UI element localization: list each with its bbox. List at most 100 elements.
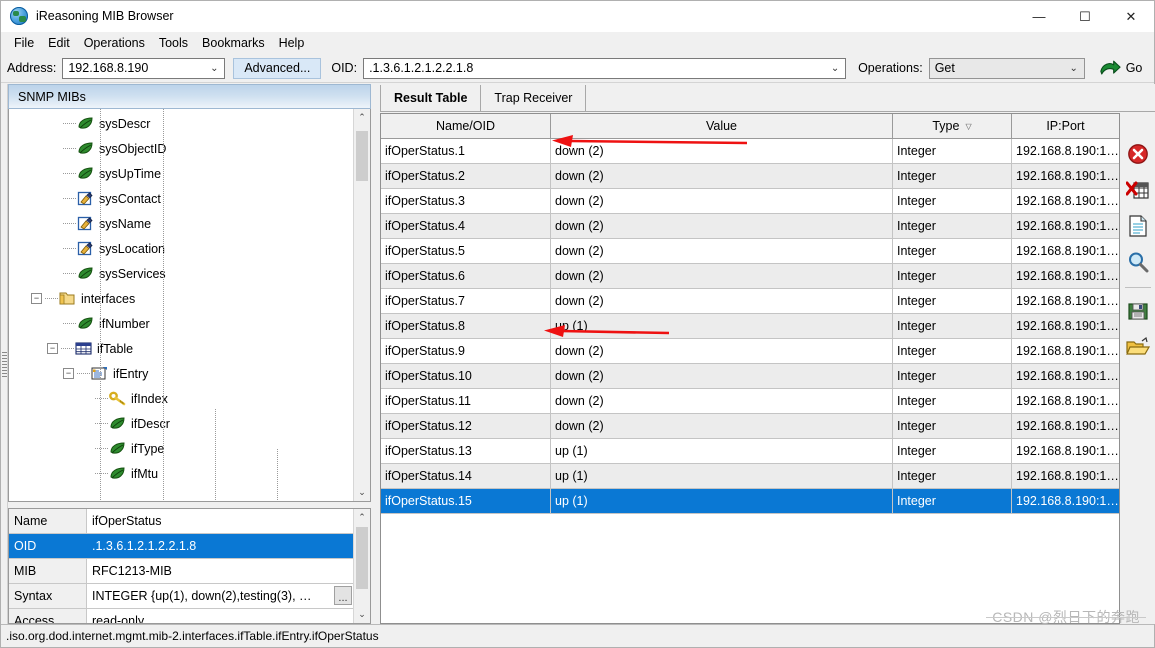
cell-name-oid: ifOperStatus.2 [381, 164, 551, 189]
tree-node-label: ifTable [97, 341, 134, 356]
tab-trap-receiver[interactable]: Trap Receiver [481, 85, 587, 111]
scroll-down-button[interactable]: ⌄ [354, 606, 370, 623]
table-row[interactable]: ifOperStatus.15 up (1) Integer 192.168.8.19… [381, 489, 1119, 514]
cell-name-oid: ifOperStatus.15 [381, 489, 551, 514]
result-table[interactable]: Name/OID Value Type ▽ IP:Port ifOperStatus.1… [380, 113, 1120, 624]
cell-type: Integer [893, 189, 1012, 214]
table-row[interactable]: ifOperStatus.5 down (2) Integer 192.168.8.1… [381, 239, 1119, 264]
scroll-thumb[interactable] [356, 131, 368, 181]
tree-scrollbar[interactable]: ⌃ ⌄ [353, 109, 370, 501]
address-combo[interactable]: 192.168.8.190 ⌄ [62, 57, 226, 79]
mib-tree-nodes: sysDescr sysObjectID sysUpTime sysContact sy… [9, 109, 353, 501]
cell-name-oid: ifOperStatus.10 [381, 364, 551, 389]
tree-node-iftype[interactable]: ifType [9, 436, 353, 461]
leaf-icon [78, 117, 93, 129]
menu-tools[interactable]: Tools [152, 34, 195, 52]
tree-node-sysservices[interactable]: sysServices [9, 261, 353, 286]
advanced-button[interactable]: Advanced... [233, 57, 322, 79]
table-row[interactable]: ifOperStatus.8 up (1) Integer 192.168.8.190… [381, 314, 1119, 339]
property-key: Access [9, 609, 87, 623]
leaf-icon [110, 467, 125, 479]
tree-node-sysname[interactable]: sysName [9, 211, 353, 236]
tree-expander-interfaces[interactable]: − [31, 293, 42, 304]
oid-combo[interactable]: .1.3.6.1.2.1.2.2.1.8 ⌄ [363, 57, 847, 79]
save-icon[interactable] [1125, 298, 1151, 324]
properties-scrollbar[interactable]: ⌃ ⌄ [353, 509, 370, 623]
table-row[interactable]: ifOperStatus.4 down (2) Integer 192.168.8.1… [381, 214, 1119, 239]
column-header-name-oid[interactable]: Name/OID [381, 114, 551, 139]
menu-bookmarks[interactable]: Bookmarks [195, 34, 272, 52]
table-row[interactable]: ifOperStatus.2 down (2) Integer 192.168.8.1… [381, 164, 1119, 189]
node-properties-table[interactable]: Name ifOperStatus OID .1.3.6.1.2.1.2.2.1.8 M… [8, 508, 371, 624]
table-row[interactable]: ifOperStatus.14 up (1) Integer 192.168.8.19… [381, 464, 1119, 489]
clear-table-icon[interactable] [1125, 177, 1151, 203]
cell-value: down (2) [551, 239, 893, 264]
go-button[interactable]: Go [1099, 60, 1142, 77]
tree-node-ifnumber[interactable]: ifNumber [9, 311, 353, 336]
menu-file[interactable]: File [7, 34, 41, 52]
tree-connector [63, 198, 77, 199]
property-row-access[interactable]: Access read-only [9, 609, 353, 623]
cell-value: down (2) [551, 389, 893, 414]
column-header-value[interactable]: Value [551, 114, 893, 139]
scroll-up-button[interactable]: ⌃ [354, 509, 370, 526]
property-row-name[interactable]: Name ifOperStatus [9, 509, 353, 534]
table-row[interactable]: ifOperStatus.1 down (2) Integer 192.168.8.1… [381, 139, 1119, 164]
new-document-icon[interactable] [1125, 213, 1151, 239]
tree-node-syscontact[interactable]: sysContact [9, 186, 353, 211]
table-row[interactable]: ifOperStatus.6 down (2) Integer 192.168.8.1… [381, 264, 1119, 289]
tree-node-sysdescr[interactable]: sysDescr [9, 111, 353, 136]
property-row-oid[interactable]: OID .1.3.6.1.2.1.2.2.1.8 [9, 534, 353, 559]
table-row[interactable]: ifOperStatus.13 up (1) Integer 192.168.8.19… [381, 439, 1119, 464]
tree-node-ifmtu[interactable]: ifMtu [9, 461, 353, 486]
cell-type: Integer [893, 414, 1012, 439]
cell-type: Integer [893, 464, 1012, 489]
menu-edit[interactable]: Edit [41, 34, 77, 52]
close-button[interactable]: ✕ [1108, 1, 1154, 32]
menu-help[interactable]: Help [272, 34, 312, 52]
tree-node-syslocation[interactable]: sysLocation [9, 236, 353, 261]
leaf-icon [78, 167, 93, 179]
cell-ip-port: 192.168.8.190:1… [1012, 214, 1119, 239]
tree-node-ifentry[interactable]: − ifEntry [9, 361, 353, 386]
scroll-up-button[interactable]: ⌃ [354, 109, 370, 126]
scroll-thumb[interactable] [356, 527, 368, 589]
tree-expander-ifentry[interactable]: − [63, 368, 74, 379]
tree-node-iftable[interactable]: − ifTable [9, 336, 353, 361]
left-splitter-strip[interactable] [1, 84, 8, 624]
table-row[interactable]: ifOperStatus.10 down (2) Integer 192.168.8.… [381, 364, 1119, 389]
tree-node-ifindex[interactable]: ifIndex [9, 386, 353, 411]
property-value: read-only [87, 609, 353, 623]
property-expand-button[interactable]: ... [334, 586, 352, 605]
stop-icon[interactable] [1125, 141, 1151, 167]
maximize-button[interactable]: ☐ [1062, 1, 1108, 32]
column-header-ip-port[interactable]: IP:Port [1012, 114, 1119, 139]
table-row[interactable]: ifOperStatus.9 down (2) Integer 192.168.8.1… [381, 339, 1119, 364]
operations-combo[interactable]: Get ⌄ [928, 57, 1085, 79]
open-folder-icon[interactable] [1125, 334, 1151, 360]
magnifier-icon[interactable] [1125, 249, 1151, 275]
menu-operations[interactable]: Operations [77, 34, 152, 52]
tree-node-sysuptime[interactable]: sysUpTime [9, 161, 353, 186]
tree-node-interfaces[interactable]: − interfaces [9, 286, 353, 311]
minimize-button[interactable]: — [1016, 1, 1062, 32]
mib-tree[interactable]: sysDescr sysObjectID sysUpTime sysContact sy… [8, 109, 371, 502]
table-row[interactable]: ifOperStatus.3 down (2) Integer 192.168.8.1… [381, 189, 1119, 214]
column-header-type[interactable]: Type ▽ [893, 114, 1012, 139]
tree-connector [63, 323, 77, 324]
property-row-syntax[interactable]: Syntax INTEGER {up(1), down(2),testing(3)… [9, 584, 353, 609]
cell-name-oid: ifOperStatus.7 [381, 289, 551, 314]
tab-result-table[interactable]: Result Table [380, 85, 482, 111]
table-row[interactable]: ifOperStatus.12 down (2) Integer 192.168.8.… [381, 414, 1119, 439]
table-row[interactable]: ifOperStatus.7 down (2) Integer 192.168.8.1… [381, 289, 1119, 314]
chevron-down-icon: ⌄ [830, 62, 840, 74]
splitter-grip[interactable] [2, 352, 7, 378]
tree-node-label: sysObjectID [99, 141, 167, 156]
tree-node-ifdescr[interactable]: ifDescr [9, 411, 353, 436]
scroll-down-button[interactable]: ⌄ [354, 484, 370, 501]
table-row[interactable]: ifOperStatus.11 down (2) Integer 192.168.8.… [381, 389, 1119, 414]
tree-expander-iftable[interactable]: − [47, 343, 58, 354]
tree-node-sysobjectid[interactable]: sysObjectID [9, 136, 353, 161]
property-row-mib[interactable]: MIB RFC1213-MIB [9, 559, 353, 584]
